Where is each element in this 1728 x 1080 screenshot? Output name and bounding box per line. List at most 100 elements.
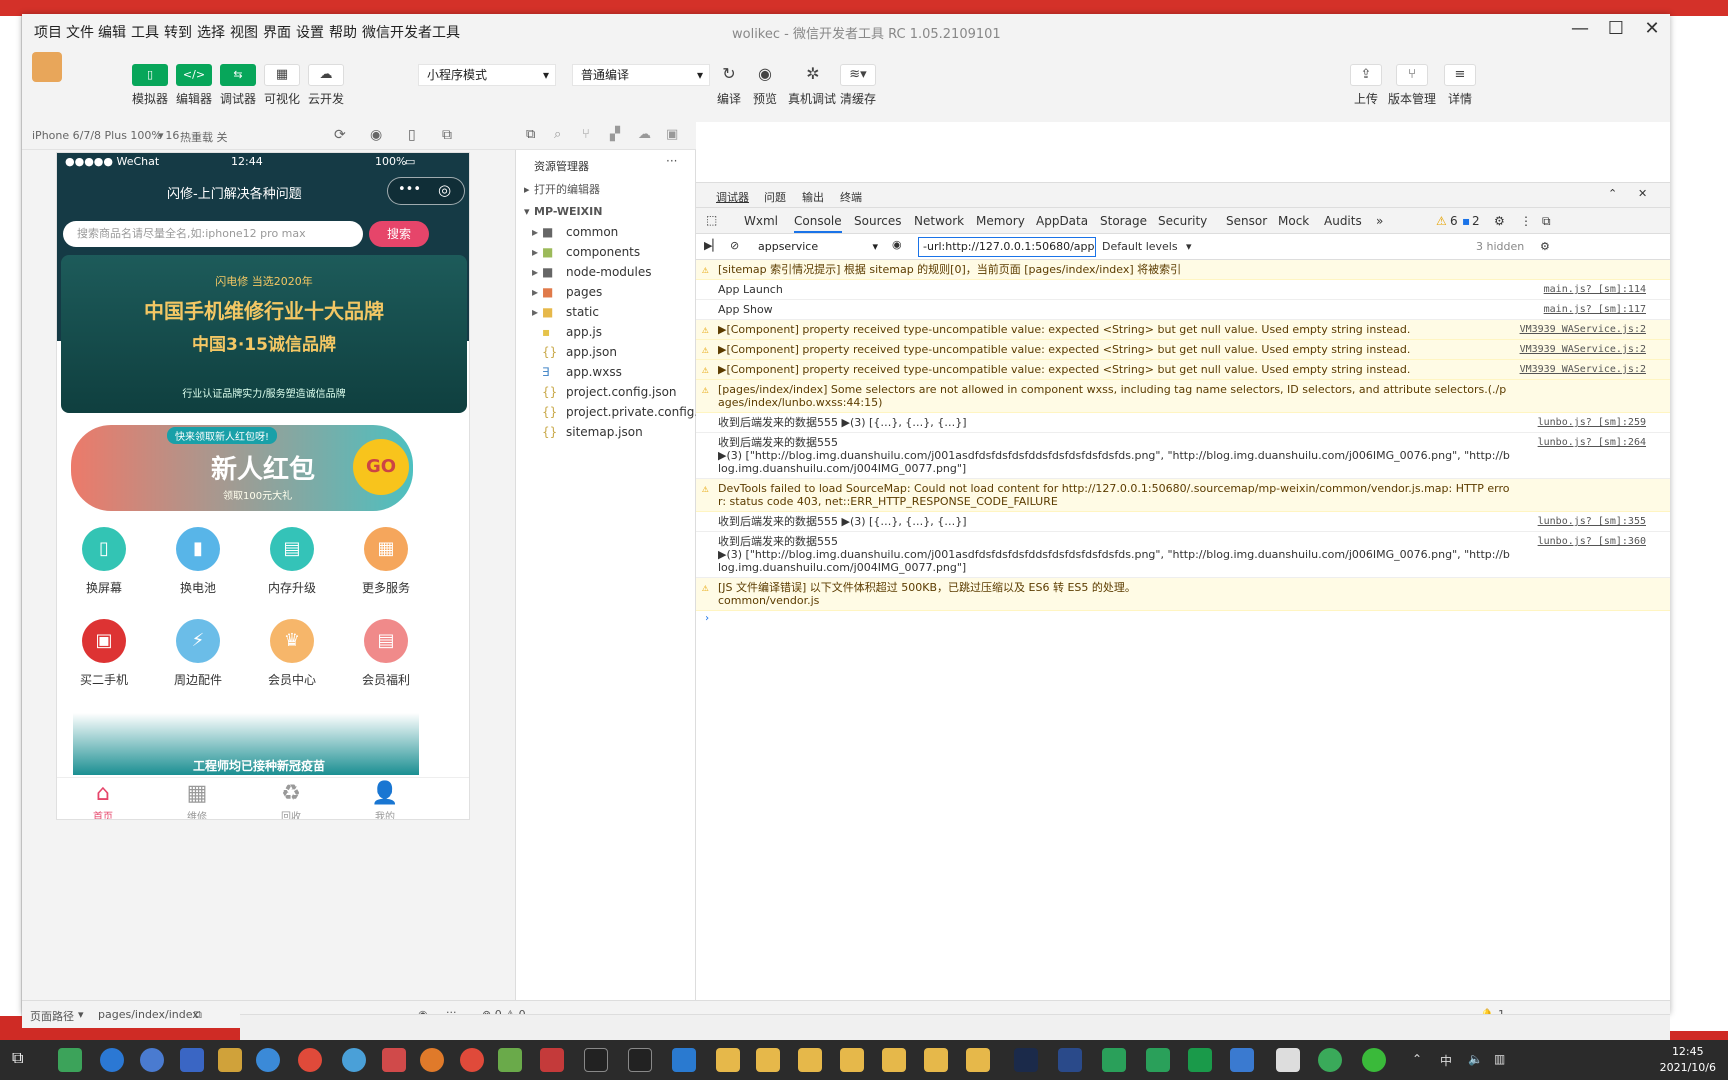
chevron-up-icon[interactable]: ⌃ xyxy=(1608,187,1617,200)
visual-icon[interactable]: ▦ xyxy=(264,64,300,86)
go-button[interactable]: GO xyxy=(353,439,409,495)
source-link[interactable]: lunbo.js? [sm]:355 xyxy=(1538,515,1646,528)
folder-icon[interactable] xyxy=(966,1048,990,1072)
grid-used-phone[interactable]: ▣ 买二手机 xyxy=(69,619,139,688)
more-icon[interactable]: ••• xyxy=(398,182,421,197)
tab-console[interactable]: Console xyxy=(794,214,842,233)
tree-item-pages[interactable]: ▸ ■ pages xyxy=(516,282,696,302)
source-link[interactable]: main.js? [sm]:117 xyxy=(1544,303,1646,316)
eye-icon[interactable]: ◉ xyxy=(752,64,778,86)
close-panel-icon[interactable]: ✕ xyxy=(1638,187,1647,200)
page-path-label[interactable]: 页面路径 xyxy=(30,1008,74,1024)
extensions-icon[interactable]: ▞ xyxy=(610,127,620,142)
preview-label[interactable]: 预览 xyxy=(745,90,785,107)
search-icon[interactable]: ⌕ xyxy=(554,127,561,142)
grid-screen[interactable]: ▯ 换屏幕 xyxy=(69,527,139,596)
levels-select[interactable]: Default levels xyxy=(1102,240,1178,253)
context-select[interactable]: appservice ▾ xyxy=(752,237,882,257)
chrome-icon[interactable] xyxy=(460,1048,484,1072)
hot-reload-toggle[interactable]: 热重载 关 xyxy=(180,129,228,145)
copy-icon[interactable]: ⧉ xyxy=(194,1008,202,1022)
source-link[interactable]: VM3939 WAService.js:2 xyxy=(1520,363,1646,376)
tree-item-common[interactable]: ▸ ■ common xyxy=(516,222,696,242)
network-icon[interactable]: ▥ xyxy=(1494,1052,1505,1066)
close-icon[interactable]: ✕ xyxy=(1634,18,1670,42)
console-warning-row[interactable]: ⚠ ▶[Component] property received type-unc… xyxy=(696,320,1670,340)
tab-output[interactable]: 输出 xyxy=(802,189,824,205)
console-warning-row[interactable]: ⚠ [JS 文件编译错误] 以下文件体积超过 500KB，已跳过压缩以及 ES6 … xyxy=(696,578,1670,611)
banner-carousel[interactable]: 闪电修 当选2020年 中国手机维修行业十大品牌 中国3·15诚信品牌 行业认证… xyxy=(61,255,467,413)
menu-edit[interactable]: 编辑 xyxy=(98,22,126,42)
menu-capsule[interactable]: ••• ◎ xyxy=(387,177,465,205)
tab-memory[interactable]: Memory xyxy=(976,214,1025,228)
cloud-icon[interactable]: ☁ xyxy=(638,127,651,142)
grid-more[interactable]: ▦ 更多服务 xyxy=(351,527,421,596)
cloud-icon[interactable]: ☁ xyxy=(308,64,344,86)
bug-icon[interactable]: ✲ xyxy=(800,64,826,86)
detach-icon[interactable]: ⧉ xyxy=(442,127,452,143)
volume-icon[interactable]: 🔈 xyxy=(1468,1052,1483,1066)
grid-memory[interactable]: ▤ 内存升级 xyxy=(257,527,327,596)
new-user-redpacket[interactable]: 快来领取新人红包呀! 新人红包 领取100元大礼 GO xyxy=(71,425,413,511)
source-link[interactable]: VM3939 WAService.js:2 xyxy=(1520,343,1646,356)
source-link[interactable]: lunbo.js? [sm]:360 xyxy=(1538,535,1646,548)
upload-icon[interactable]: ⇪ xyxy=(1350,64,1382,86)
menu-select[interactable]: 选择 xyxy=(197,22,225,42)
tree-item-components[interactable]: ▸ ■ components xyxy=(516,242,696,262)
folder-icon[interactable] xyxy=(716,1048,740,1072)
tab-recycle[interactable]: ♻ 回收 xyxy=(261,780,321,819)
app-icon[interactable] xyxy=(218,1048,242,1072)
source-link[interactable]: lunbo.js? [sm]:264 xyxy=(1538,436,1646,449)
tree-item-sitemap[interactable]: {} sitemap.json xyxy=(516,422,696,442)
app-icon[interactable] xyxy=(58,1048,82,1072)
tab-home[interactable]: ⌂ 首页 xyxy=(73,780,133,819)
wechat-devtools-icon[interactable] xyxy=(1318,1048,1342,1072)
layers-icon[interactable]: ≋▾ xyxy=(840,64,876,86)
target-icon[interactable]: ◎ xyxy=(438,181,451,199)
browser-icon[interactable] xyxy=(140,1048,164,1072)
app-icon[interactable] xyxy=(1058,1048,1082,1072)
search-input[interactable]: 搜索商品名请尽量全名,如:iphone12 pro max xyxy=(63,221,363,247)
pycharm-icon[interactable] xyxy=(1102,1048,1126,1072)
refresh-icon[interactable]: ↻ xyxy=(716,64,742,86)
app-icon[interactable] xyxy=(382,1048,406,1072)
edge-icon[interactable] xyxy=(100,1048,124,1072)
gear-icon[interactable]: ⚙ xyxy=(1494,214,1505,228)
tab-terminal[interactable]: 终端 xyxy=(840,189,862,205)
hbuilder-icon[interactable] xyxy=(1188,1048,1212,1072)
tree-item-static[interactable]: ▸ ■ static xyxy=(516,302,696,322)
folder-icon[interactable] xyxy=(840,1048,864,1072)
app-icon[interactable] xyxy=(1276,1048,1300,1072)
inspect-icon[interactable]: ⬚ xyxy=(706,213,717,227)
console-warning-row[interactable]: ⚠ ▶[Component] property received type-unc… xyxy=(696,340,1670,360)
console-warning-row[interactable]: ⚠ [sitemap 索引情况提示] 根据 sitemap 的规则[0]，当前页面… xyxy=(696,260,1670,280)
photoshop-icon[interactable] xyxy=(1014,1048,1038,1072)
console-settings-icon[interactable]: ⚙ xyxy=(1540,240,1550,253)
console-filter-input[interactable]: -url:http://127.0.0.1:50680/appser xyxy=(918,237,1096,257)
wechat-icon[interactable] xyxy=(1362,1048,1386,1072)
more-icon[interactable]: ··· xyxy=(666,154,677,168)
tab-storage[interactable]: Storage xyxy=(1100,214,1147,228)
app-icon[interactable] xyxy=(256,1048,280,1072)
tab-sources[interactable]: Sources xyxy=(854,214,901,228)
folder-icon[interactable] xyxy=(756,1048,780,1072)
grid-member-center[interactable]: ♛ 会员中心 xyxy=(257,619,327,688)
menu-settings[interactable]: 设置 xyxy=(296,22,324,42)
console-log-row[interactable]: App Show main.js? [sm]:117 xyxy=(696,300,1670,320)
simulator-toggle-icon[interactable]: ▯ xyxy=(132,64,168,86)
menu-project[interactable]: 项目 xyxy=(34,22,62,42)
tab-repair[interactable]: ▦ 维修 xyxy=(167,780,227,819)
menu-wechat-devtools[interactable]: 微信开发者工具 xyxy=(362,22,460,42)
app-icon[interactable] xyxy=(540,1048,564,1072)
maximize-icon[interactable]: ☐ xyxy=(1598,18,1634,42)
tab-debugger[interactable]: 调试器 xyxy=(716,189,749,205)
kebab-menu-icon[interactable]: ⋮ xyxy=(1520,214,1532,228)
qq-icon[interactable] xyxy=(180,1048,204,1072)
upload-label[interactable]: 上传 xyxy=(1346,90,1386,107)
details-label[interactable]: 详情 xyxy=(1440,90,1480,107)
tree-item-app-json[interactable]: {} app.json xyxy=(516,342,696,362)
menu-tools[interactable]: 工具 xyxy=(131,22,159,42)
console-prompt-icon[interactable]: › xyxy=(696,611,1670,626)
info-count[interactable]: 2 xyxy=(1472,214,1480,228)
folder-icon[interactable] xyxy=(924,1048,948,1072)
